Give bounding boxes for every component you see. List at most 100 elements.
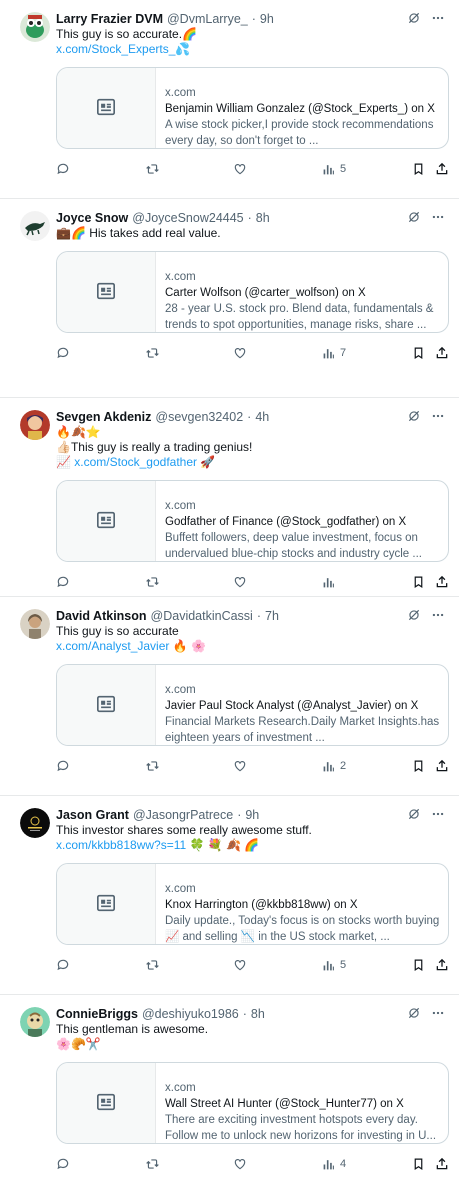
views-button[interactable]: 5 (322, 959, 346, 972)
card-description: There are exciting investment hotspots e… (165, 1114, 437, 1142)
views-button[interactable]: 7 (322, 347, 346, 360)
link-preview-card[interactable]: x.com Knox Harrington (@kkbb818ww) on X … (56, 863, 449, 945)
tweet-link[interactable]: 📈 x.com/Stock_godfather 🚀 (56, 455, 451, 470)
reply-button[interactable] (56, 958, 70, 972)
grok-icon[interactable] (407, 210, 421, 224)
bookmark-button[interactable] (412, 575, 425, 589)
timestamp[interactable]: 7h (265, 609, 279, 623)
grok-icon[interactable] (407, 608, 421, 622)
share-button[interactable] (435, 346, 449, 360)
share-button[interactable] (435, 1157, 449, 1171)
card-thumbnail (57, 481, 156, 561)
avatar[interactable] (20, 808, 50, 838)
views-button[interactable]: 2 (322, 760, 346, 773)
tweet[interactable]: David Atkinson @DavidatkinCassi · 7h Thi… (0, 597, 459, 796)
avatar[interactable] (20, 12, 50, 42)
share-button[interactable] (435, 958, 449, 972)
user-handle[interactable]: @DavidatkinCassi (151, 609, 253, 623)
tweet-actions: 2 (56, 758, 449, 774)
display-name[interactable]: ConnieBriggs (56, 1007, 138, 1021)
tweet-link[interactable]: x.com/Analyst_Javier 🔥 🌸 (56, 639, 451, 654)
retweet-button[interactable] (145, 759, 160, 773)
more-icon[interactable] (431, 807, 445, 821)
tweet-content: Sevgen Akdeniz @sevgen32402 · 4h 🔥🍂⭐ 👍🏻Th… (56, 409, 451, 470)
grok-icon[interactable] (407, 11, 421, 25)
views-button[interactable]: 5 (322, 163, 346, 176)
grok-icon[interactable] (407, 807, 421, 821)
display-name[interactable]: Jason Grant (56, 808, 129, 822)
card-description: Financial Markets Research.Daily Market … (165, 716, 440, 744)
timestamp[interactable]: 8h (251, 1007, 265, 1021)
views-button[interactable]: 4 (322, 1158, 346, 1171)
user-handle[interactable]: @DvmLarrye_ (167, 12, 248, 26)
more-icon[interactable] (431, 409, 445, 423)
like-button[interactable] (233, 162, 247, 176)
retweet-button[interactable] (145, 575, 160, 589)
bookmark-button[interactable] (412, 958, 425, 972)
link-preview-card[interactable]: x.com Carter Wolfson (@carter_wolfson) o… (56, 251, 449, 333)
reply-button[interactable] (56, 1157, 70, 1171)
like-button[interactable] (233, 958, 247, 972)
timestamp[interactable]: 8h (256, 211, 270, 225)
reply-button[interactable] (56, 759, 70, 773)
bookmark-button[interactable] (412, 162, 425, 176)
tweet-content: David Atkinson @DavidatkinCassi · 7h Thi… (56, 608, 451, 654)
retweet-icon (145, 759, 160, 773)
user-handle[interactable]: @JoyceSnow24445 (132, 211, 243, 225)
views-button[interactable] (322, 576, 340, 589)
reply-button[interactable] (56, 346, 70, 360)
retweet-button[interactable] (145, 346, 160, 360)
share-button[interactable] (435, 575, 449, 589)
avatar[interactable] (20, 609, 50, 639)
avatar[interactable] (20, 410, 50, 440)
timestamp[interactable]: 9h (260, 12, 274, 26)
tweet-text: This gentleman is awesome. (56, 1022, 209, 1036)
grok-icon[interactable] (407, 409, 421, 423)
like-button[interactable] (233, 759, 247, 773)
avatar[interactable] (20, 211, 50, 241)
user-handle[interactable]: @sevgen32402 (155, 410, 243, 424)
bookmark-button[interactable] (412, 759, 425, 773)
retweet-button[interactable] (145, 958, 160, 972)
tweet-link[interactable]: x.com/Stock_Experts_💦 (56, 42, 451, 57)
tweet-link[interactable]: x.com/kkbb818ww?s=11 🍀 💐 🍂 🌈 (56, 838, 451, 853)
more-icon[interactable] (431, 11, 445, 25)
share-icon (435, 162, 449, 176)
retweet-button[interactable] (145, 162, 160, 176)
reply-button[interactable] (56, 162, 70, 176)
like-button[interactable] (233, 346, 247, 360)
share-button[interactable] (435, 162, 449, 176)
bookmark-button[interactable] (412, 346, 425, 360)
link-preview-card[interactable]: x.com Benjamin William Gonzalez (@Stock_… (56, 67, 449, 149)
link-preview-card[interactable]: x.com Javier Paul Stock Analyst (@Analys… (56, 664, 449, 746)
user-handle[interactable]: @deshiyuko1986 (142, 1007, 239, 1021)
views-count: 7 (340, 347, 347, 359)
tweet[interactable]: Sevgen Akdeniz @sevgen32402 · 4h 🔥🍂⭐ 👍🏻Th… (0, 398, 459, 597)
card-thumbnail (57, 864, 156, 944)
user-handle[interactable]: @JasongrPatrece (133, 808, 233, 822)
like-button[interactable] (233, 575, 247, 589)
timestamp[interactable]: 4h (255, 410, 269, 424)
link-preview-card[interactable]: x.com Godfather of Finance (@Stock_godfa… (56, 480, 449, 562)
more-icon[interactable] (431, 608, 445, 622)
timestamp[interactable]: 9h (245, 808, 259, 822)
tweet[interactable]: Larry Frazier DVM @DvmLarrye_ · 9h This … (0, 0, 459, 199)
tweet[interactable]: Jason Grant @JasongrPatrece · 9h This in… (0, 796, 459, 995)
display-name[interactable]: Sevgen Akdeniz (56, 410, 151, 424)
like-button[interactable] (233, 1157, 247, 1171)
share-icon (435, 575, 449, 589)
share-button[interactable] (435, 759, 449, 773)
display-name[interactable]: Larry Frazier DVM (56, 12, 163, 26)
more-icon[interactable] (431, 210, 445, 224)
more-icon[interactable] (431, 1006, 445, 1020)
tweet[interactable]: ConnieBriggs @deshiyuko1986 · 8h This ge… (0, 995, 459, 1194)
retweet-button[interactable] (145, 1157, 160, 1171)
avatar[interactable] (20, 1007, 50, 1037)
display-name[interactable]: David Atkinson (56, 609, 147, 623)
display-name[interactable]: Joyce Snow (56, 211, 128, 225)
bookmark-button[interactable] (412, 1157, 425, 1171)
link-preview-card[interactable]: x.com Wall Street AI Hunter (@Stock_Hunt… (56, 1062, 449, 1144)
reply-button[interactable] (56, 575, 70, 589)
tweet[interactable]: Joyce Snow @JoyceSnow24445 · 8h 💼🌈 His t… (0, 199, 459, 398)
grok-icon[interactable] (407, 1006, 421, 1020)
